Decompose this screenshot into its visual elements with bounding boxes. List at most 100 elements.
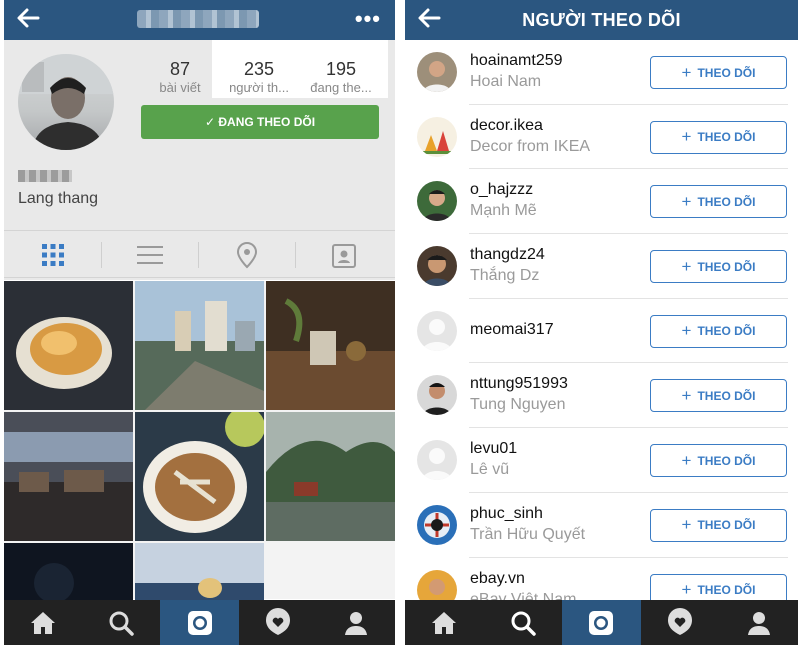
nav-profile[interactable]	[317, 600, 395, 645]
follower-avatar[interactable]	[417, 246, 457, 287]
followers-list: hoainamt259 Hoai Nam + THEO DÕI decor.ike…	[405, 40, 798, 622]
follow-button-label: THEO DÕI	[697, 194, 756, 209]
follower-row[interactable]: hoainamt259 Hoai Nam + THEO DÕI	[405, 40, 798, 105]
nav-search[interactable]	[82, 600, 160, 645]
followers-count: 235	[243, 59, 275, 79]
profile-screen: ••• 87 bài viết 235 người th... 195 đang…	[4, 0, 395, 645]
follower-row[interactable]: levu01 Lê vũ + THEO DÕI	[405, 428, 798, 493]
follow-button[interactable]: + THEO DÕI	[650, 444, 787, 478]
page-title: NGƯỜI THEO DÕI	[522, 10, 681, 30]
follow-button[interactable]: + THEO DÕI	[650, 250, 787, 284]
search-icon	[109, 611, 135, 636]
follower-row[interactable]: o_hajzzz Mạnh Mẽ + THEO DÕI	[405, 169, 798, 234]
home-icon	[432, 611, 457, 634]
profile-username-blurred	[137, 10, 259, 28]
photo-thumbnail[interactable]	[135, 412, 264, 541]
follow-button-label: THEO DÕI	[697, 130, 756, 145]
nav-activity[interactable]	[239, 600, 317, 645]
follower-row[interactable]: decor.ikea Decor from IKEA + THEO DÕI	[405, 105, 798, 170]
followers-stat[interactable]: 235 người th...	[218, 59, 300, 95]
follower-row[interactable]: nttung951993 Tung Nguyen + THEO DÕI	[405, 363, 798, 428]
follower-username[interactable]: thangdz24	[470, 246, 545, 264]
camera-icon	[589, 610, 614, 635]
photo-thumbnail[interactable]	[266, 281, 395, 410]
nav-camera[interactable]	[562, 600, 641, 645]
bottom-navigation	[4, 600, 395, 645]
follow-button-label: THEO DÕI	[697, 388, 756, 403]
plus-icon: +	[681, 191, 692, 211]
follower-username[interactable]: phuc_sinh	[470, 505, 543, 523]
follower-avatar[interactable]	[417, 504, 457, 545]
back-button[interactable]	[415, 4, 455, 36]
follower-username[interactable]: meomai317	[470, 321, 554, 339]
follow-button[interactable]: + THEO DÕI	[650, 120, 787, 154]
follower-username[interactable]: hoainamt259	[470, 52, 563, 70]
default-avatar-icon[interactable]	[417, 310, 457, 351]
follow-button[interactable]: + THEO DÕI	[650, 314, 787, 348]
grid-icon	[41, 243, 64, 266]
activity-heart-icon	[265, 607, 290, 635]
profile-icon	[747, 611, 770, 635]
follow-button[interactable]: + THEO DÕI	[650, 508, 787, 542]
posts-stat[interactable]: 87 bài viết	[152, 59, 208, 95]
plus-icon: +	[681, 515, 692, 535]
back-button[interactable]	[14, 4, 54, 36]
search-icon	[511, 611, 536, 636]
following-button-label: ĐANG THEO DÕI	[218, 115, 316, 129]
follow-button-label: THEO DÕI	[697, 453, 756, 468]
photo-grid	[4, 281, 395, 645]
photo-thumbnail[interactable]	[4, 412, 133, 541]
plus-icon: +	[681, 580, 692, 599]
nav-search[interactable]	[484, 600, 563, 645]
follower-username[interactable]: ebay.vn	[470, 570, 525, 588]
list-icon	[136, 245, 163, 264]
nav-activity[interactable]	[641, 600, 720, 645]
nav-camera[interactable]	[160, 600, 239, 645]
follower-avatar[interactable]	[417, 181, 457, 222]
follower-row[interactable]: meomai317 + THEO DÕI	[405, 299, 798, 364]
profile-avatar[interactable]	[18, 54, 114, 150]
more-options-icon[interactable]: •••	[355, 6, 381, 32]
grid-view-tab[interactable]	[4, 231, 101, 278]
following-button[interactable]: ✓ ĐANG THEO DÕI	[141, 105, 379, 139]
photo-thumbnail[interactable]	[266, 412, 395, 541]
following-stat[interactable]: 195 đang the...	[300, 59, 382, 95]
photo-thumbnail[interactable]	[135, 281, 264, 410]
follow-button[interactable]: + THEO DÕI	[650, 379, 787, 413]
follower-avatar[interactable]	[417, 116, 457, 157]
followers-top-bar: NGƯỜI THEO DÕI	[405, 0, 798, 40]
nav-home[interactable]	[405, 600, 484, 645]
follow-button-label: THEO DÕI	[697, 583, 756, 597]
follower-username[interactable]: nttung951993	[470, 375, 568, 393]
follow-button-label: THEO DÕI	[697, 518, 756, 533]
follower-fullname: Mạnh Mẽ	[470, 202, 537, 220]
follower-avatar[interactable]	[417, 52, 457, 92]
follower-fullname: Hoai Nam	[470, 73, 542, 90]
map-view-tab[interactable]	[198, 231, 295, 278]
posts-label: bài viết	[159, 80, 201, 95]
check-icon: ✓	[204, 115, 219, 129]
default-avatar-icon[interactable]	[417, 440, 457, 481]
photo-thumbnail[interactable]	[4, 281, 133, 410]
nav-profile[interactable]	[719, 600, 798, 645]
follower-avatar[interactable]	[417, 375, 457, 416]
follower-fullname: Tung Nguyen	[470, 396, 566, 414]
follow-button[interactable]: + THEO DÕI	[650, 56, 787, 89]
tagged-view-tab[interactable]	[295, 231, 392, 278]
nav-home[interactable]	[4, 600, 82, 645]
camera-icon	[187, 610, 212, 635]
follower-row[interactable]: phuc_sinh Trần Hữu Quyết + THEO DÕI	[405, 493, 798, 558]
follow-button-label: THEO DÕI	[697, 65, 756, 80]
follower-username[interactable]: levu01	[470, 440, 517, 458]
follower-fullname: Decor from IKEA	[470, 137, 591, 155]
follower-fullname: Lê vũ	[470, 461, 510, 479]
following-label: đang the...	[310, 80, 372, 95]
follower-row[interactable]: thangdz24 Thắng Dz + THEO DÕI	[405, 234, 798, 299]
followers-label: người th...	[229, 80, 289, 95]
follower-username[interactable]: o_hajzzz	[470, 181, 533, 199]
follower-username[interactable]: decor.ikea	[470, 117, 543, 135]
follow-button[interactable]: + THEO DÕI	[650, 185, 787, 219]
back-arrow-icon	[418, 8, 441, 28]
tagged-photos-icon	[331, 243, 356, 268]
list-view-tab[interactable]	[101, 231, 198, 278]
